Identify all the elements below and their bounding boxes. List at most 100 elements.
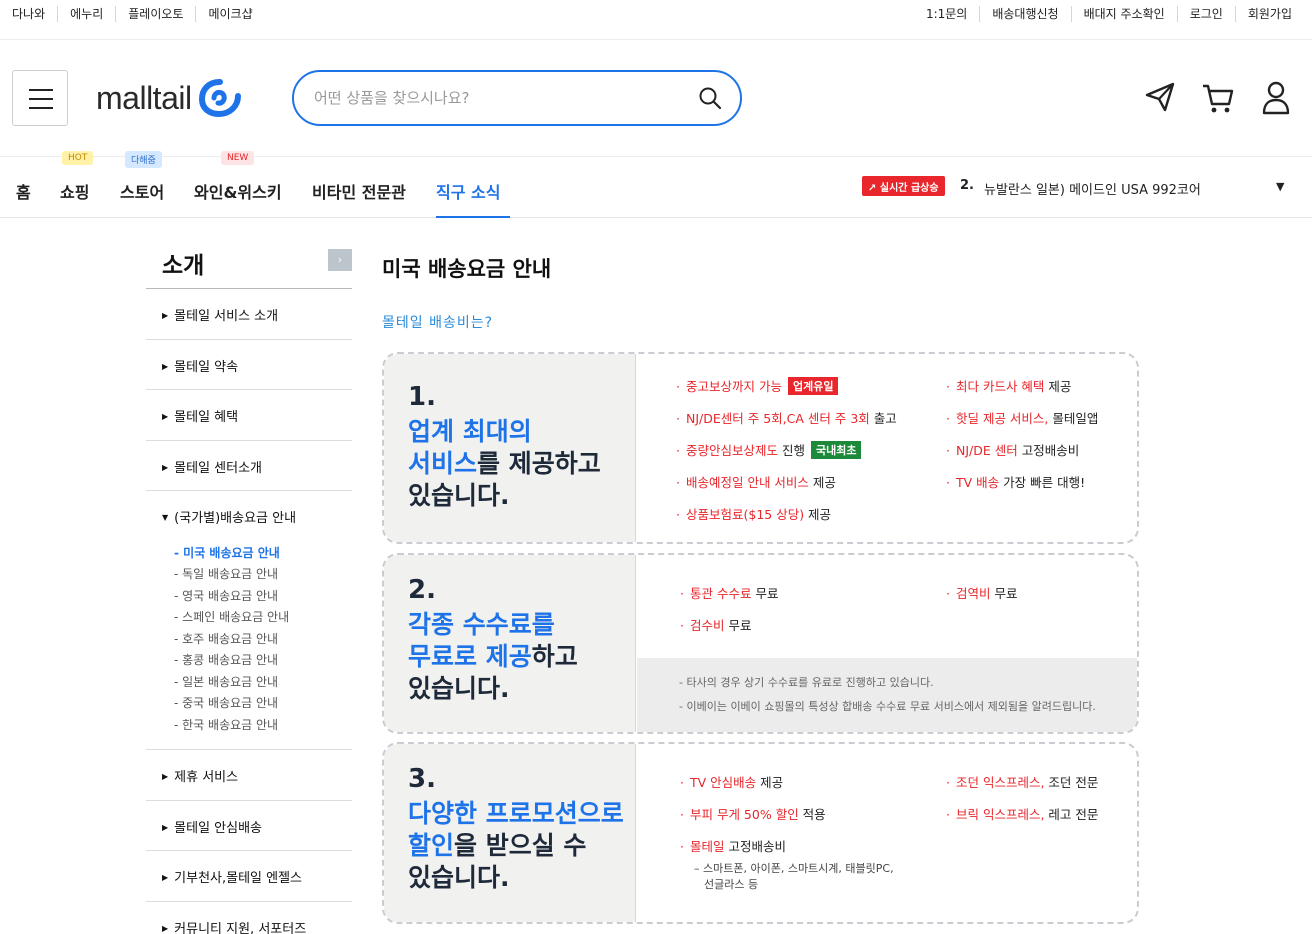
hamburger-line — [29, 98, 53, 100]
feature-item: · NJ/DE센터 주 5회,CA 센터 주 3회 출고 — [676, 411, 897, 426]
signup-link[interactable]: 회원가입 — [1234, 6, 1292, 22]
sidebar-item-label: (국가별)배송요금 안내 — [174, 511, 297, 526]
malltail-logo[interactable]: malltail — [96, 72, 242, 124]
ranking-dropdown-icon[interactable]: ▼ — [1276, 180, 1284, 193]
sidebar-title: 소개 — [162, 253, 205, 279]
divider — [146, 389, 352, 390]
triangle-right-icon: ▶ — [162, 412, 169, 421]
domestic-first-tag: 국내최초 — [810, 441, 862, 459]
sidebar-item-safe-delivery[interactable]: ▶ 몰테일 안심배송 — [162, 817, 262, 836]
sub-item-hongkong-rates[interactable]: - 홍콩 배송요금 안내 — [174, 651, 278, 668]
ranking-keyword[interactable]: 뉴발란스 일본) 메이드인 USA 992코어 — [984, 179, 1201, 198]
shipping-request-link[interactable]: 배송대행신청 — [979, 6, 1070, 22]
headline-line-2: 할인을 받으실 수 — [408, 830, 624, 862]
feature-item: · NJ/DE 센터 고정배송비 — [946, 443, 1080, 458]
feature-text: 무료 — [990, 586, 1018, 601]
search-icon[interactable] — [698, 86, 722, 110]
feature-text: 제공 — [1044, 379, 1072, 394]
feature-item: · TV 안심배송 제공 — [680, 775, 784, 790]
headline-text: 을 받으실 수 — [454, 831, 587, 860]
headline-line-1: 각종 수수료를 — [408, 610, 555, 639]
feature-text: 레고 전문 — [1044, 807, 1099, 822]
nav-home[interactable]: 홈 — [16, 157, 31, 218]
note-line: - 타사의 경우 상기 수수료를 유료로 진행하고 있습니다. — [679, 676, 934, 689]
sidebar-item-shipping-rates[interactable]: ▼ (국가별)배송요금 안내 — [162, 507, 296, 526]
headline-highlight: 무료로 제공 — [408, 642, 532, 671]
feature-text: 진행 — [778, 443, 805, 458]
sidebar-item-promise[interactable]: ▶ 몰테일 약속 — [162, 356, 238, 375]
sub-item-korea-rates[interactable]: - 한국 배송요금 안내 — [174, 716, 278, 733]
feature-card-3: 3. 다양한 프로모션으로 할인을 받으실 수 있습니다. · TV 안심배송 제… — [382, 742, 1139, 924]
sub-item-australia-rates[interactable]: - 호주 배송요금 안내 — [174, 630, 278, 647]
sub-item-usa-rates[interactable]: - 미국 배송요금 안내 — [174, 544, 280, 561]
sidebar-item-label: 기부천사,몰테일 엔젤스 — [174, 871, 303, 886]
feature-text: 제공 — [808, 475, 836, 490]
nav-store[interactable]: 다해줌 스토어 — [120, 151, 165, 218]
nav-wine-whisky-label: 와인&위스키 — [194, 183, 282, 202]
divider — [146, 749, 352, 750]
login-link[interactable]: 로그인 — [1176, 6, 1235, 22]
sidebar-item-label: 몰테일 혜택 — [174, 410, 239, 425]
search-bar[interactable] — [292, 70, 742, 126]
feature-highlight: 부피 무게 50% 할인 — [689, 807, 799, 822]
sidebar-toggle-button[interactable]: › — [328, 249, 352, 271]
feature-text: 무료 — [751, 586, 779, 601]
hamburger-menu-button[interactable] — [12, 70, 68, 126]
feature-text: 조던 전문 — [1044, 775, 1099, 790]
feature-item: · 부피 무게 50% 할인 적용 — [680, 807, 826, 822]
note-line: - 이베이는 이베이 쇼핑몰의 특성상 합배송 수수료 무료 서비스에서 제외됨… — [679, 700, 1096, 713]
sub-item-spain-rates[interactable]: - 스페인 배송요금 안내 — [174, 608, 289, 625]
triangle-right-icon: ▶ — [162, 924, 169, 933]
sub-item-china-rates[interactable]: - 중국 배송요금 안내 — [174, 694, 278, 711]
sidebar-item-benefits[interactable]: ▶ 몰테일 혜택 — [162, 406, 238, 425]
sidebar-item-label: 제휴 서비스 — [174, 770, 239, 785]
feature-highlight: 몰테일 — [689, 839, 725, 854]
triangle-right-icon: ▶ — [162, 362, 169, 371]
sidebar-item-centers[interactable]: ▶ 몰테일 센터소개 — [162, 457, 262, 476]
partner-link-makeshop[interactable]: 메이크샵 — [195, 6, 264, 22]
headline-line-3: 있습니다. — [408, 481, 510, 510]
feature-item: · 중고보상까지 가능 업계유일 — [676, 376, 839, 395]
sidebar-item-service-intro[interactable]: ▶ 몰테일 서비스 소개 — [162, 305, 278, 324]
top-utility-bar: 다나와 에누리 플레이오토 메이크샵 1:1문의 배송대행신청 배대지 주소확인… — [0, 0, 1312, 40]
paper-plane-icon[interactable] — [1143, 80, 1177, 114]
sidebar-item-angels[interactable]: ▶ 기부천사,몰테일 엔젤스 — [162, 867, 302, 886]
nav-shopping[interactable]: HOT 쇼핑 — [60, 151, 94, 218]
industry-only-tag: 업계유일 — [787, 377, 839, 395]
sidebar-item-supporters[interactable]: ▶ 커뮤니티 지원, 서포터즈 — [162, 918, 306, 934]
sub-item-uk-rates[interactable]: - 영국 배송요금 안내 — [174, 587, 278, 604]
sidebar-item-label: 커뮤니티 지원, 서포터즈 — [174, 922, 307, 934]
feature-subnote: 선글라스 등 — [704, 878, 759, 891]
feature-text: 가장 빠른 대행! — [999, 475, 1086, 490]
card-number: 2. — [408, 575, 436, 605]
nav-vitamin-label: 비타민 전문관 — [312, 183, 406, 202]
feature-text: 고정배송비 — [1017, 443, 1080, 458]
inquiry-link[interactable]: 1:1문의 — [914, 6, 979, 22]
address-check-link[interactable]: 배대지 주소확인 — [1070, 6, 1177, 22]
feature-highlight: 중고보상까지 가능 — [685, 379, 782, 394]
sub-item-germany-rates[interactable]: - 독일 배송요금 안내 — [174, 565, 278, 582]
nav-store-label: 스토어 — [120, 183, 165, 202]
nav-vitamin[interactable]: 비타민 전문관 — [312, 157, 406, 218]
partner-link-enuri[interactable]: 에누리 — [57, 6, 115, 22]
nav-direct-news-label: 직구 소식 — [436, 183, 501, 202]
card-number: 3. — [408, 764, 436, 794]
cart-icon[interactable] — [1200, 80, 1236, 116]
nav-wine-whisky[interactable]: NEW 와인&위스키 — [194, 151, 282, 218]
sub-item-japan-rates[interactable]: - 일본 배송요금 안내 — [174, 673, 278, 690]
feature-highlight: 검수비 — [689, 618, 725, 633]
feature-highlight: 중량안심보상제도 — [685, 443, 778, 458]
feature-item: · 조던 익스프레스, 조던 전문 — [946, 775, 1099, 790]
sidebar-item-label: 몰테일 서비스 소개 — [174, 309, 279, 324]
user-icon[interactable] — [1260, 80, 1292, 116]
feature-text: 적용 — [798, 807, 826, 822]
sidebar-item-partnership[interactable]: ▶ 제휴 서비스 — [162, 766, 238, 785]
partner-links: 다나와 에누리 플레이오토 메이크샵 — [12, 6, 265, 22]
feature-item: · 핫딜 제공 서비스, 몰테일앱 — [946, 411, 1099, 426]
partner-link-playauto[interactable]: 플레이오토 — [115, 6, 195, 22]
headline-line-1: 다양한 프로모션으로 — [408, 799, 624, 828]
partner-link-danawa[interactable]: 다나와 — [12, 6, 57, 22]
nav-direct-news[interactable]: 직구 소식 — [436, 157, 510, 218]
feature-item: · 최다 카드사 혜택 제공 — [946, 379, 1072, 394]
search-input[interactable] — [314, 86, 684, 110]
